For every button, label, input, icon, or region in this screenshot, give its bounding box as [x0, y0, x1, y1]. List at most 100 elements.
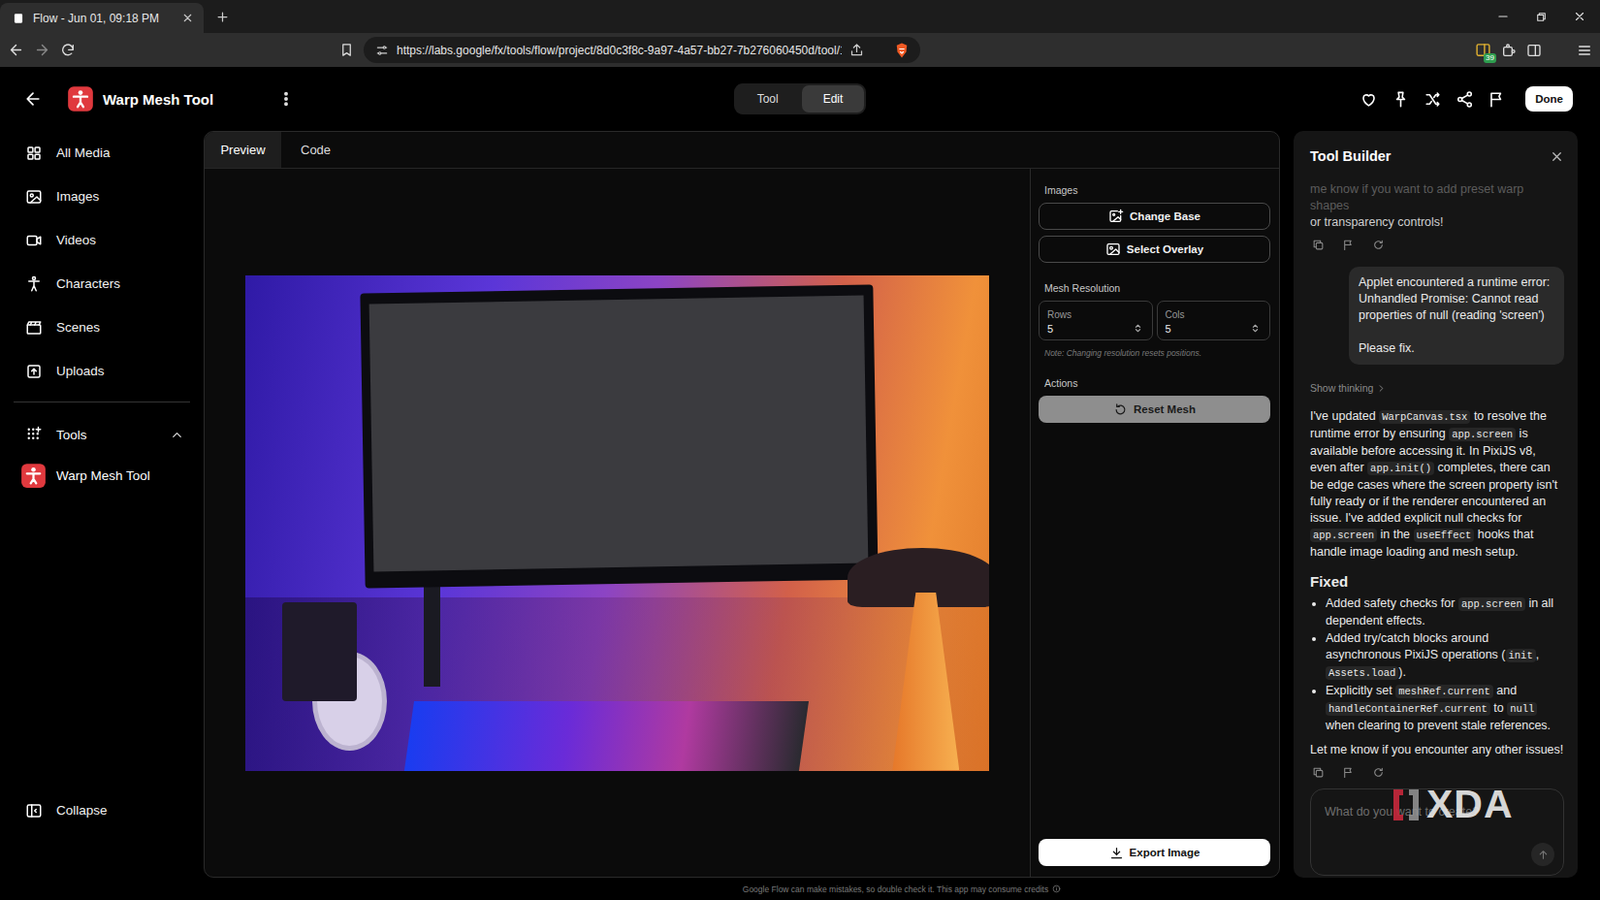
divider [13, 401, 191, 403]
note: Note: Changing resolution resets positio… [1044, 348, 1271, 358]
browser-tab[interactable]: Flow - Jun 01, 09:18 PM [0, 2, 204, 33]
chevron-right-icon [1376, 383, 1387, 394]
spinner-icon[interactable] [1248, 321, 1262, 335]
close-tab-icon[interactable] [181, 11, 194, 25]
url-text: https://labs.google/fx/tools/flow/projec… [396, 43, 842, 58]
field-label: Cols [1165, 309, 1185, 320]
tool-item[interactable]: Warp Mesh Tool [0, 454, 204, 496]
close-window-icon[interactable] [1572, 9, 1587, 24]
chevron-icon[interactable] [169, 427, 185, 443]
collapse-button[interactable]: Collapse [0, 788, 204, 832]
sidebar-item[interactable]: Videos [0, 218, 204, 262]
inline-code: useEffect [1413, 528, 1475, 543]
watermark-text: XDA [1426, 784, 1514, 825]
panel-title: Tool Builder [1310, 148, 1392, 164]
inline-code: handleContainerRef.current [1325, 702, 1491, 716]
sidebar-item[interactable]: Characters [0, 261, 204, 306]
text: Added try/catch blocks around asynchrono… [1325, 631, 1506, 662]
fix-list: Added safety checks for app.screen in al… [1310, 595, 1565, 735]
copy-icon[interactable] [1312, 766, 1325, 779]
sidebar-label: Characters [56, 276, 121, 291]
flow-app: Warp Mesh Tool ToolEdit Done All Media Image… [0, 66, 1600, 900]
editor-tab[interactable]: Code [281, 131, 351, 168]
image-plus-icon [1108, 208, 1124, 224]
sidebar-item[interactable]: Images [0, 174, 204, 219]
extensions-icon[interactable] [1501, 42, 1517, 59]
text: ). [1398, 665, 1407, 679]
browser-tab-strip: Flow - Jun 01, 09:18 PM [0, 0, 1600, 33]
minimize-icon[interactable] [1496, 9, 1510, 24]
message-actions [1312, 238, 1565, 252]
extension-badge: 39 [1483, 53, 1497, 64]
show-thinking[interactable]: Show thinking [1310, 380, 1565, 397]
copy-icon[interactable] [1312, 238, 1325, 252]
forward-icon[interactable] [33, 41, 51, 59]
send-button[interactable] [1531, 842, 1555, 866]
restore-icon[interactable] [1535, 10, 1548, 24]
field-value: 5 [1165, 322, 1185, 335]
download-icon [1109, 845, 1124, 861]
reset-mesh-button[interactable]: Reset Mesh [1038, 395, 1271, 423]
field-value: 5 [1047, 322, 1072, 335]
tools-section[interactable]: Tools [0, 414, 204, 455]
close-icon[interactable] [1549, 149, 1565, 164]
fix-item: Explicitly set meshRef.current and handl… [1325, 682, 1565, 735]
inline-code: WarpCanvas.tsx [1378, 410, 1471, 424]
info-icon[interactable] [1052, 884, 1061, 894]
pin-icon[interactable] [1391, 90, 1410, 109]
main-area: PreviewCodeImagesChange BaseSelect Overl… [203, 130, 1600, 900]
bookmark-icon[interactable] [339, 42, 354, 58]
editor-tab[interactable]: Preview [204, 131, 282, 168]
flag-icon[interactable] [1342, 238, 1355, 252]
button-label: Change Base [1129, 210, 1201, 223]
sidebar-label: Videos [56, 232, 96, 248]
sidebar-label: Images [56, 189, 99, 204]
speaker [282, 602, 357, 702]
share-icon[interactable] [1455, 90, 1474, 109]
text: , [1536, 647, 1539, 662]
monitor-screen [369, 295, 869, 573]
collapse-icon [25, 801, 43, 820]
shuffle-icon[interactable] [1423, 90, 1442, 109]
number-field[interactable]: Rows5 [1038, 300, 1153, 341]
reload-icon[interactable] [60, 42, 76, 59]
url-field[interactable]: https://labs.google/fx/tools/flow/projec… [363, 36, 921, 64]
flag-icon[interactable] [1487, 90, 1506, 109]
images-icon [25, 188, 43, 206]
mode-tab[interactable]: Tool [736, 85, 800, 113]
videos-icon [25, 231, 43, 250]
site-info-icon[interactable] [375, 43, 389, 58]
spinner-icon[interactable] [1131, 321, 1145, 335]
redo-icon[interactable] [1372, 766, 1385, 779]
number-field[interactable]: Cols 5 [1156, 300, 1272, 341]
new-tab-icon[interactable] [215, 9, 230, 25]
address-bar: https://labs.google/fx/tools/flow/projec… [0, 32, 1600, 67]
browser-menu-icon[interactable] [1576, 42, 1593, 59]
select-overlay-button[interactable]: Select Overlay [1038, 235, 1271, 263]
more-vertical-icon[interactable] [277, 90, 295, 108]
watermark: XDA [1389, 784, 1514, 825]
share-icon[interactable] [849, 42, 864, 58]
back-arrow-icon[interactable] [23, 89, 43, 109]
sidebar-item[interactable]: Scenes [0, 305, 204, 350]
inline-code: app.screen [1458, 597, 1526, 611]
brave-shield-icon[interactable] [893, 41, 911, 60]
export-image-button[interactable]: Export Image [1038, 838, 1271, 866]
prompt-input[interactable] [1322, 803, 1552, 820]
message-line: me know if you want to add preset warp s… [1310, 181, 1565, 215]
sidebar-item[interactable]: All Media [0, 130, 204, 175]
back-icon[interactable] [7, 41, 25, 59]
inline-code: null [1506, 702, 1537, 716]
redo-icon[interactable] [1372, 238, 1385, 252]
mode-tab[interactable]: Edit [801, 85, 865, 113]
tab-title: Flow - Jun 01, 09:18 PM [32, 11, 174, 26]
tool-app-icon [20, 462, 47, 489]
uploads-icon [25, 362, 43, 381]
heart-icon[interactable] [1359, 90, 1378, 109]
text: and [1493, 683, 1517, 698]
done-button[interactable]: Done [1525, 86, 1573, 112]
flag-icon[interactable] [1342, 766, 1355, 779]
sidebar-item[interactable]: Uploads [0, 349, 204, 393]
side-panel-icon[interactable] [1526, 42, 1542, 59]
change-base-button[interactable]: Change Base [1038, 202, 1271, 230]
